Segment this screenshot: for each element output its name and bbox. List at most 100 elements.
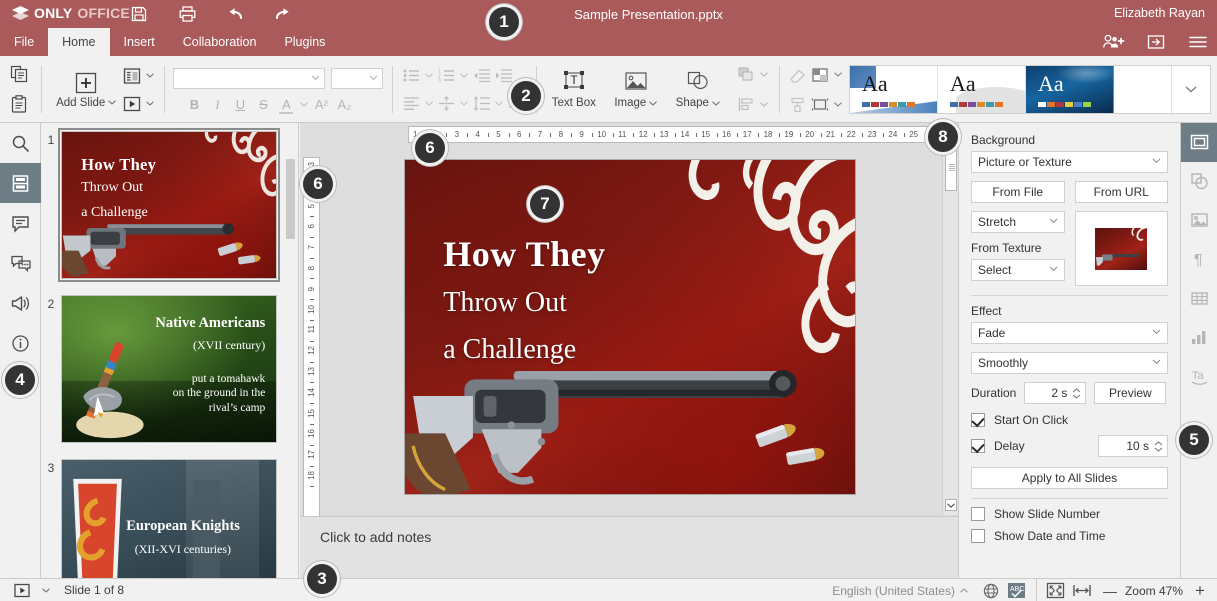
preview-transition-button[interactable]: Preview: [1094, 382, 1166, 404]
align-objects-chevron-icon[interactable]: [759, 94, 770, 116]
bold-button[interactable]: B: [183, 94, 205, 116]
start-on-click-checkbox[interactable]: [971, 413, 985, 427]
bullet-list-chevron-icon[interactable]: [424, 65, 435, 87]
panel-tab-text-art-settings[interactable]: Ta: [1181, 357, 1217, 396]
set-language-icon[interactable]: [978, 579, 1004, 601]
canvas-scrollbar-thumb[interactable]: [945, 149, 957, 191]
presentation-settings-chevron-icon[interactable]: [40, 579, 51, 601]
slide-thumbnail-1[interactable]: 1: [41, 131, 298, 279]
tab-file[interactable]: File: [0, 28, 48, 56]
numbered-list-chevron-icon[interactable]: [459, 65, 470, 87]
subscript-button[interactable]: A₂: [333, 94, 355, 116]
theme-gallery-expand-icon[interactable]: [1172, 66, 1210, 113]
from-file-button[interactable]: From File: [971, 181, 1065, 203]
slide-color-scheme-icon[interactable]: [810, 64, 830, 86]
shape-button[interactable]: Shape: [669, 61, 727, 119]
theme-item-apex[interactable]: Aa: [938, 66, 1026, 113]
thumbnail-image-1[interactable]: How They Throw Out a Challenge: [61, 131, 277, 279]
texture-select[interactable]: Select: [971, 259, 1065, 281]
align-chevron-icon[interactable]: [424, 93, 435, 115]
horizontal-ruler[interactable]: 1234567891011121314151617181920212223242…: [408, 126, 953, 143]
show-date-time-row[interactable]: Show Date and Time: [971, 529, 1168, 543]
clear-style-icon[interactable]: [788, 64, 808, 86]
copy-style-icon[interactable]: [788, 94, 808, 116]
show-date-time-checkbox[interactable]: [971, 529, 985, 543]
sidebar-item-chat[interactable]: [0, 243, 41, 283]
copy-icon[interactable]: [6, 62, 32, 88]
panel-tab-table-settings[interactable]: [1181, 279, 1217, 318]
start-presentation-icon[interactable]: [9, 579, 35, 601]
zoom-out-button[interactable]: —: [1095, 579, 1125, 601]
vertical-align-icon[interactable]: [437, 93, 457, 115]
slide-panel-scrollbar[interactable]: [286, 159, 295, 239]
line-spacing-chevron-icon[interactable]: [494, 93, 505, 115]
theme-item-official[interactable]: Aa: [1026, 66, 1114, 113]
paste-icon[interactable]: [6, 92, 32, 118]
arrange-icon[interactable]: [737, 64, 757, 86]
align-objects-icon[interactable]: [737, 94, 757, 116]
font-size-input[interactable]: [331, 68, 383, 89]
sidebar-item-comments[interactable]: [0, 203, 41, 243]
notes-placeholder[interactable]: Click to add notes: [320, 529, 431, 545]
italic-button[interactable]: I: [206, 94, 228, 116]
apply-to-all-slides-button[interactable]: Apply to All Slides: [971, 467, 1168, 489]
change-slide-layout-icon[interactable]: [122, 65, 142, 87]
slide-title-line2[interactable]: Throw Out: [443, 287, 567, 319]
thumbnail-image-2[interactable]: Native Americans (XVII century) put a to…: [61, 295, 277, 443]
align-left-icon[interactable]: [402, 93, 422, 115]
bullet-list-icon[interactable]: [402, 65, 422, 87]
slide-title-line3[interactable]: a Challenge: [443, 334, 576, 366]
sidebar-item-search[interactable]: [0, 123, 41, 163]
panel-tab-paragraph-settings[interactable]: ¶: [1181, 240, 1217, 279]
underline-button[interactable]: U: [229, 94, 251, 116]
zoom-level-label[interactable]: Zoom 47%: [1125, 584, 1183, 598]
add-slide-button[interactable]: Add Slide: [50, 61, 122, 119]
arrange-chevron-icon[interactable]: [759, 64, 770, 86]
font-name-input[interactable]: [173, 68, 325, 89]
scroll-down-icon[interactable]: [945, 499, 957, 511]
start-slideshow-icon[interactable]: [122, 93, 142, 115]
notes-pane[interactable]: Click to add notes: [300, 516, 958, 578]
slide-thumbnail-panel[interactable]: 1: [41, 123, 299, 578]
from-url-button[interactable]: From URL: [1075, 181, 1169, 203]
vertical-align-chevron-icon[interactable]: [459, 93, 470, 115]
panel-tab-shape-settings[interactable]: [1181, 162, 1217, 201]
slide-thumbnail-2[interactable]: 2: [41, 295, 298, 443]
panel-tab-slide-settings[interactable]: [1181, 123, 1217, 162]
show-slide-number-checkbox[interactable]: [971, 507, 985, 521]
slide-size-icon[interactable]: [810, 94, 830, 116]
theme-item-office[interactable]: Aa: [850, 66, 938, 113]
theme-item-empty[interactable]: [1114, 66, 1172, 113]
font-color-button[interactable]: A: [275, 94, 297, 116]
tab-collaboration[interactable]: Collaboration: [169, 28, 271, 56]
background-fill-select[interactable]: Picture or Texture: [971, 151, 1168, 173]
fit-to-slide-icon[interactable]: [1043, 579, 1069, 601]
sidebar-item-slides[interactable]: [0, 163, 41, 203]
view-settings-icon[interactable]: [1187, 31, 1209, 53]
slideshow-chevron-icon[interactable]: [144, 93, 155, 115]
increase-indent-icon[interactable]: [494, 65, 514, 87]
delay-checkbox[interactable]: [971, 439, 985, 453]
duration-stepper[interactable]: 2 s: [1024, 382, 1086, 404]
decrease-indent-icon[interactable]: [472, 65, 492, 87]
background-image-preview[interactable]: [1075, 211, 1169, 286]
open-file-location-icon[interactable]: [1145, 31, 1167, 53]
zoom-in-button[interactable]: +: [1183, 579, 1217, 601]
print-icon[interactable]: [176, 3, 198, 25]
save-icon[interactable]: [128, 3, 150, 25]
delay-row[interactable]: Delay 10 s: [971, 435, 1168, 457]
transition-style-select[interactable]: Smoothly: [971, 352, 1168, 374]
slide-thumbnail-3[interactable]: 3 European Knights (XII-XVI centuries): [41, 459, 298, 578]
tab-home[interactable]: Home: [48, 28, 109, 56]
superscript-button[interactable]: A²: [310, 94, 332, 116]
line-spacing-icon[interactable]: [472, 93, 492, 115]
picture-fit-select[interactable]: Stretch: [971, 211, 1065, 233]
start-on-click-row[interactable]: Start On Click: [971, 413, 1168, 427]
language-selector[interactable]: English (United States): [832, 584, 968, 598]
sidebar-item-feedback[interactable]: [0, 283, 41, 323]
show-slide-number-row[interactable]: Show Slide Number: [971, 507, 1168, 521]
panel-tab-chart-settings[interactable]: [1181, 318, 1217, 357]
fit-to-width-icon[interactable]: [1069, 579, 1095, 601]
slide-title-line1[interactable]: How They: [443, 233, 605, 275]
transition-effect-select[interactable]: Fade: [971, 322, 1168, 344]
